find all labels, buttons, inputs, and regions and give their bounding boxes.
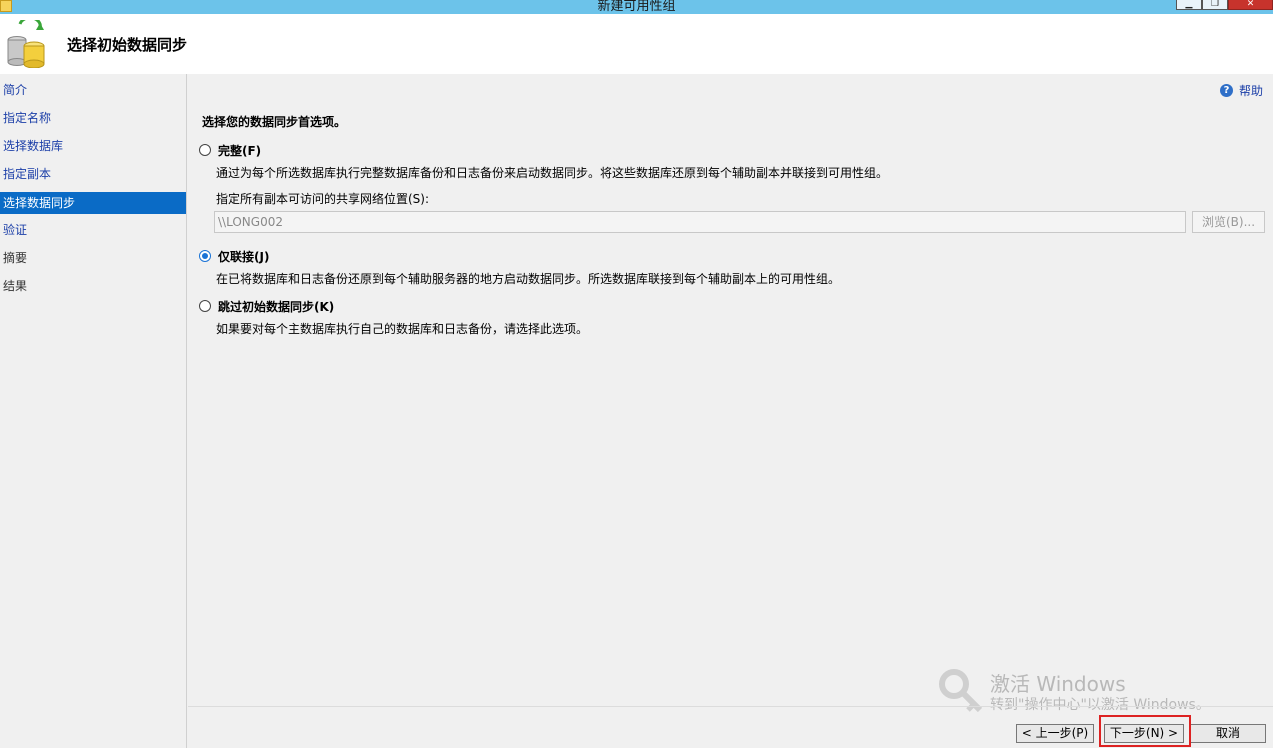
radio-full[interactable]: [199, 144, 211, 156]
wizard-header: 选择初始数据同步: [0, 14, 1273, 74]
share-path-input[interactable]: [214, 211, 1186, 233]
page-title: 选择初始数据同步: [67, 36, 188, 54]
minimize-button[interactable]: ▁: [1176, 0, 1202, 10]
help-link[interactable]: ? 帮助: [1220, 82, 1263, 99]
nav-item-validation[interactable]: 验证: [0, 219, 186, 241]
nav-item-summary: 摘要: [3, 251, 28, 265]
nav-item-data-sync[interactable]: 选择数据同步: [0, 192, 186, 214]
footer-divider: [188, 706, 1273, 707]
browse-button[interactable]: 浏览(B)...: [1192, 211, 1265, 233]
option-skip-sync-label[interactable]: 跳过初始数据同步(K): [218, 298, 334, 315]
radio-join-only[interactable]: [199, 250, 211, 262]
wizard-content: ? 帮助 选择您的数据同步首选项。 完整(F) 通过为每个所选数据库执行完整数据…: [188, 74, 1273, 748]
nav-item-name[interactable]: 指定名称: [0, 107, 186, 129]
option-join-only-description: 在已将数据库和日志备份还原到每个辅助服务器的地方启动数据同步。所选数据库联接到每…: [216, 272, 841, 286]
window-title: 新建可用性组: [597, 0, 676, 14]
help-label: 帮助: [1239, 84, 1264, 98]
share-path-label: 指定所有副本可访问的共享网络位置(S):: [216, 192, 430, 206]
option-full-description: 通过为每个所选数据库执行完整数据库备份和日志备份来启动数据同步。将这些数据库还原…: [216, 166, 889, 180]
sync-prompt: 选择您的数据同步首选项。: [202, 115, 347, 129]
nav-item-results: 结果: [3, 279, 28, 293]
back-button[interactable]: < 上一步(P): [1016, 724, 1094, 743]
window-title-bar[interactable]: 新建可用性组 ▁ ❐ ✕: [0, 0, 1273, 14]
maximize-button[interactable]: ❐: [1202, 0, 1228, 10]
key-icon: [939, 669, 983, 713]
close-button[interactable]: ✕: [1228, 0, 1273, 10]
activation-watermark-subtitle: 转到"操作中心"以激活 Windows。: [990, 697, 1210, 713]
nav-item-replicas[interactable]: 指定副本: [0, 163, 186, 185]
database-sync-icon: [7, 20, 45, 68]
wizard-nav: 简介 指定名称 选择数据库 指定副本 选择数据同步 验证 摘要 结果: [0, 74, 187, 748]
option-join-only-label[interactable]: 仅联接(J): [218, 248, 269, 265]
nav-item-intro[interactable]: 简介: [0, 79, 186, 101]
radio-skip-sync[interactable]: [199, 300, 211, 312]
option-skip-sync-description: 如果要对每个主数据库执行自己的数据库和日志备份，请选择此选项。: [216, 322, 589, 336]
help-icon: ?: [1220, 84, 1233, 97]
activation-watermark-title: 激活 Windows: [990, 672, 1126, 696]
nav-item-databases[interactable]: 选择数据库: [0, 135, 186, 157]
cancel-button[interactable]: 取消: [1190, 724, 1266, 743]
option-full-label[interactable]: 完整(F): [218, 142, 261, 159]
next-button-highlight: [1099, 715, 1191, 747]
